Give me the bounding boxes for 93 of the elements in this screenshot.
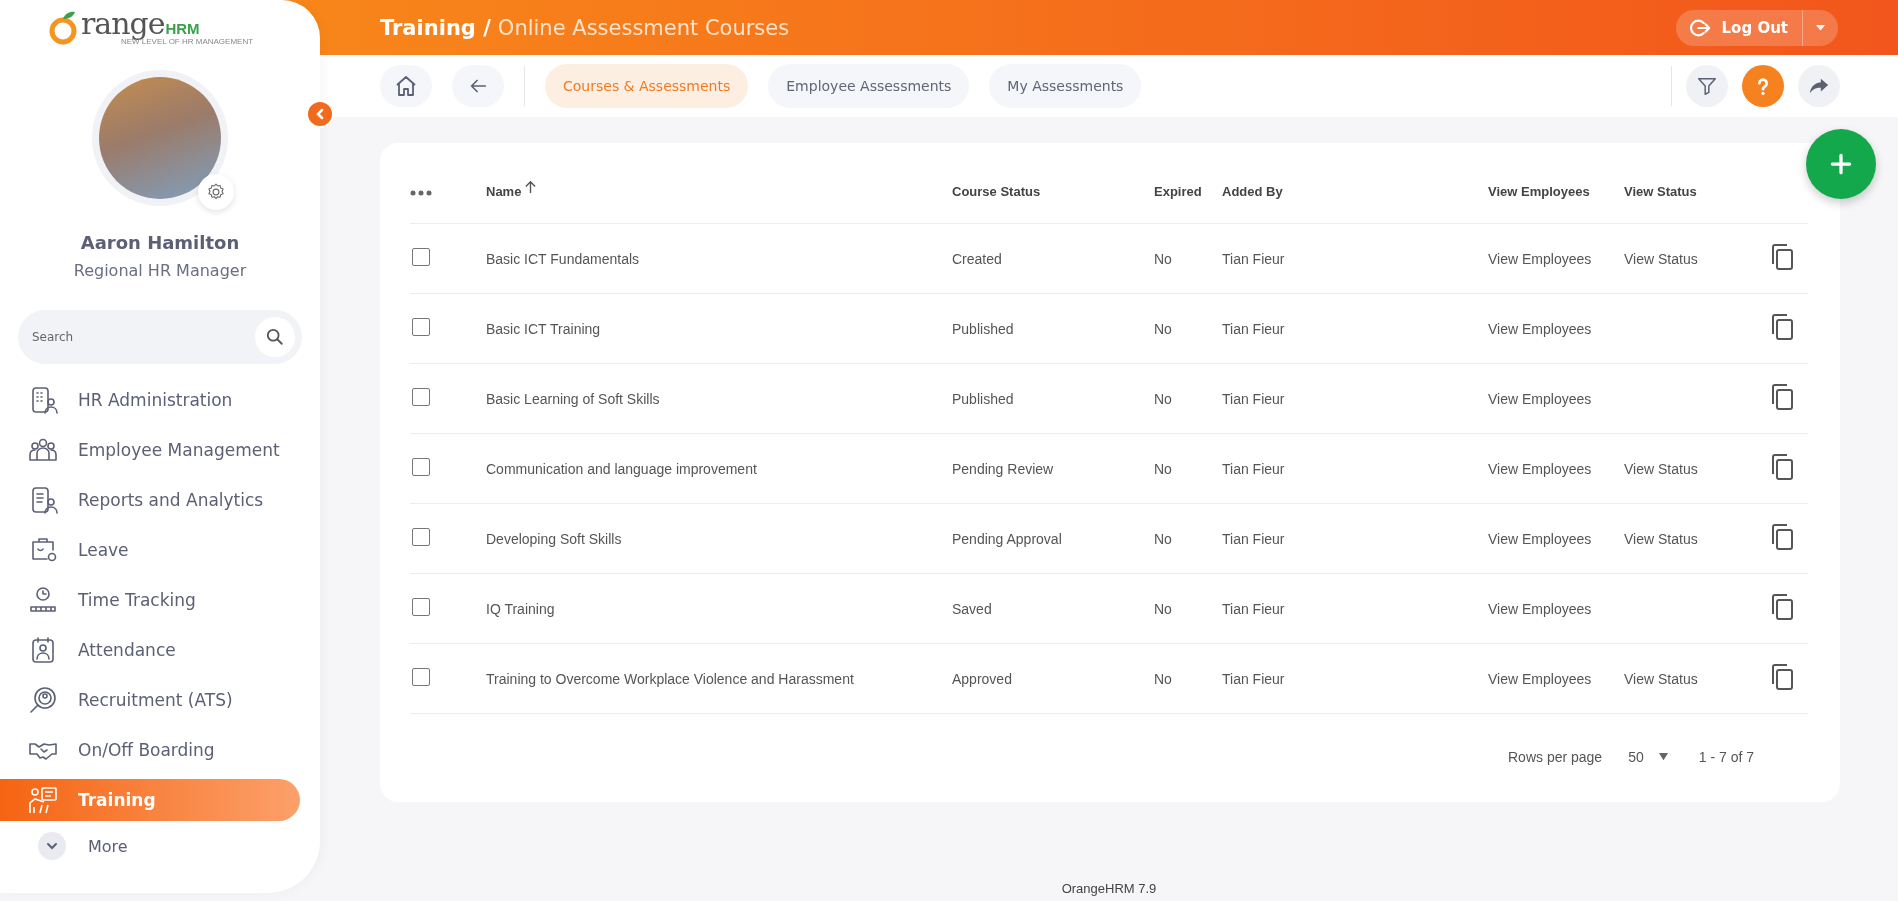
sidebar-item[interactable]: HR Administration	[0, 375, 300, 425]
caret-down-icon	[1657, 752, 1669, 762]
search-icon	[266, 328, 284, 346]
more-options-icon	[410, 189, 432, 196]
sidebar-item[interactable]: Employee Management	[0, 425, 300, 475]
plus-icon	[1828, 151, 1854, 177]
table-cell: Basic Learning of Soft Skills	[486, 390, 660, 407]
view-status-link[interactable]: View Status	[1624, 530, 1698, 547]
row-checkbox[interactable]	[412, 528, 430, 546]
share-button[interactable]	[1798, 65, 1840, 107]
table-cell: Approved	[952, 670, 1012, 687]
sidebar-item[interactable]: On/Off Boarding	[0, 725, 300, 775]
rows-per-page-select[interactable]: 50	[1628, 749, 1669, 765]
view-employees-link[interactable]: View Employees	[1488, 530, 1592, 547]
table-cell: Tian Fieur	[1222, 320, 1285, 337]
row-checkbox[interactable]	[412, 598, 430, 616]
table-cell: Published	[952, 320, 1014, 337]
sort-up-icon	[524, 179, 538, 195]
page-range: 1 - 7 of 7	[1698, 749, 1754, 765]
view-employees-link[interactable]: View Employees	[1488, 320, 1592, 337]
add-button[interactable]	[1806, 129, 1876, 199]
table-cell: No	[1154, 250, 1172, 267]
row-checkbox[interactable]	[412, 458, 430, 476]
more-menu-item[interactable]: More	[10, 821, 310, 871]
sidebar-item[interactable]: Time Tracking	[0, 575, 300, 625]
row-checkbox[interactable]	[412, 248, 430, 266]
filter-button[interactable]	[1686, 65, 1728, 107]
breadcrumb-section: Training /	[380, 15, 491, 40]
column-header[interactable]: Expired	[1154, 183, 1202, 199]
settings-button[interactable]	[198, 174, 234, 210]
view-employees-link[interactable]: View Employees	[1488, 390, 1592, 407]
view-status-link[interactable]: View Status	[1624, 670, 1698, 687]
row-checkbox[interactable]	[412, 388, 430, 406]
table-cell: Created	[952, 250, 1002, 267]
table-cell: Basic ICT Training	[486, 320, 601, 337]
row-checkbox[interactable]	[412, 318, 430, 336]
table-cell: Training to Overcome Workplace Violence and Harassment	[486, 670, 854, 687]
home-button[interactable]	[380, 65, 432, 107]
tab[interactable]: Employee Assessments	[768, 64, 970, 108]
back-button[interactable]	[452, 65, 504, 107]
user-name: Aaron Hamilton	[80, 232, 240, 253]
table-cell: Developing Soft Skills	[486, 530, 622, 547]
table-cell: Pending Review	[952, 460, 1054, 477]
user-role: Regional HR Manager	[73, 261, 247, 280]
page-title: Online Assessment Courses	[497, 15, 790, 40]
search-field[interactable]: Search	[18, 310, 302, 364]
table-cell: Tian Fieur	[1222, 390, 1285, 407]
row-checkbox[interactable]	[412, 668, 430, 686]
table-cell: Tian Fieur	[1222, 460, 1285, 477]
column-header[interactable]: View Employees	[1488, 183, 1590, 199]
table-cell: No	[1154, 320, 1172, 337]
sidebar-item[interactable]: Reports and Analytics	[0, 475, 300, 525]
sidebar-item[interactable]: Leave	[0, 525, 300, 575]
table-cell: Tian Fieur	[1222, 250, 1285, 267]
rows-per-page-label: Rows per page	[1508, 749, 1603, 765]
table-cell: No	[1154, 670, 1172, 687]
column-header[interactable]: Name	[486, 183, 522, 199]
table-cell: No	[1154, 460, 1172, 477]
home-icon	[394, 74, 418, 98]
table-cell: Saved	[952, 600, 992, 617]
table-cell: Tian Fieur	[1222, 600, 1285, 617]
settings-icon	[206, 182, 226, 202]
filter-icon	[1696, 75, 1718, 97]
sidebar-item[interactable]: Attendance	[0, 625, 300, 675]
logo-text: HRM	[165, 20, 200, 37]
tab[interactable]: My Assessments	[989, 64, 1142, 108]
view-employees-link[interactable]: View Employees	[1488, 600, 1592, 617]
table-cell: No	[1154, 530, 1172, 547]
table-cell: No	[1154, 390, 1172, 407]
presentation-icon	[28, 785, 58, 815]
help-button[interactable]	[1742, 65, 1784, 107]
view-employees-link[interactable]: View Employees	[1488, 670, 1592, 687]
view-employees-link[interactable]: View Employees	[1488, 460, 1592, 477]
table-cell: Published	[952, 390, 1014, 407]
table-cell: Pending Approval	[952, 530, 1062, 547]
table-cell: Basic ICT Fundamentals	[486, 250, 640, 267]
view-status-link[interactable]: View Status	[1624, 250, 1698, 267]
footer-version: OrangeHRM 7.9	[1060, 880, 1158, 898]
table-cell: No	[1154, 600, 1172, 617]
chevron-down-icon	[38, 832, 66, 860]
chevron-left-icon	[314, 108, 326, 120]
collapse-sidebar-button[interactable]	[306, 100, 334, 128]
table-cell: Tian Fieur	[1222, 670, 1285, 687]
column-header[interactable]: Added By	[1222, 183, 1283, 199]
table-cell: Tian Fieur	[1222, 530, 1285, 547]
caret-down-icon	[1815, 23, 1826, 32]
view-employees-link[interactable]: View Employees	[1488, 250, 1592, 267]
sidebar-item[interactable]: Recruitment (ATS)	[0, 675, 300, 725]
column-header[interactable]: View Status	[1624, 183, 1697, 199]
table-cell: IQ Training	[486, 600, 555, 617]
table-cell: Communication and language improvement	[486, 460, 757, 477]
view-status-link[interactable]: View Status	[1624, 460, 1698, 477]
column-header[interactable]: Course Status	[952, 183, 1041, 199]
